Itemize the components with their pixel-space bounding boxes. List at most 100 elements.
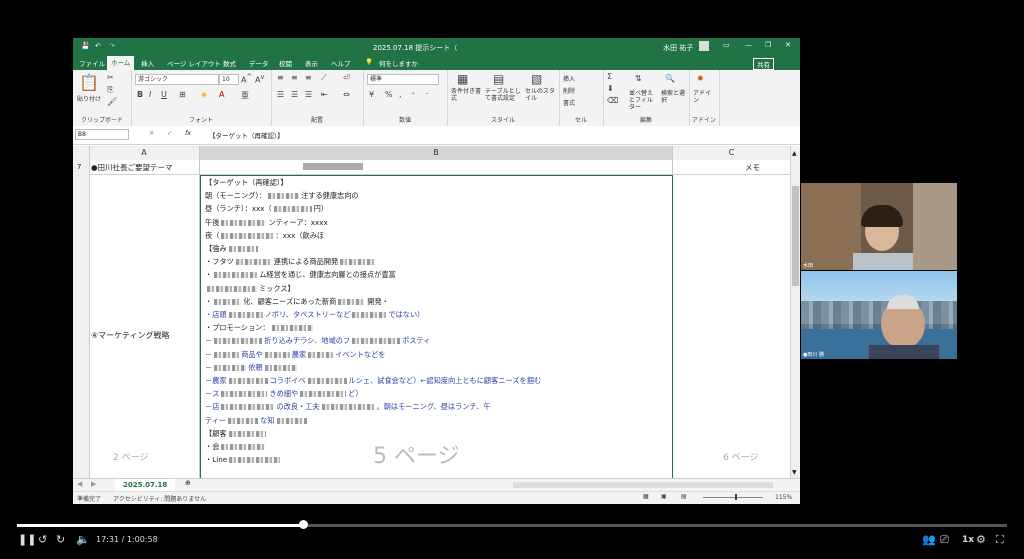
orientation-icon[interactable]: ⟋ (321, 73, 327, 83)
sheet-next-icon[interactable]: ▶ (91, 480, 96, 488)
settings-icon[interactable]: ⚙ (976, 533, 986, 546)
align-left-icon[interactable]: ☰ (277, 90, 284, 99)
cell-a7[interactable]: ●田川社長ご要望テーマ (91, 162, 173, 173)
add-sheet-icon[interactable]: ⊕ (185, 479, 191, 487)
border-icon[interactable]: ⊞ (179, 90, 186, 99)
column-header-a[interactable]: A (89, 146, 200, 160)
grow-font-icon[interactable]: A^ (241, 73, 252, 85)
normal-view-icon[interactable]: ▦ (643, 493, 649, 500)
find-select-button[interactable]: 検索と選択 (661, 90, 687, 104)
cell-style-button[interactable]: セルのスタイル (525, 88, 555, 102)
minimize-icon[interactable]: — (745, 41, 752, 49)
column-header-c[interactable]: C (673, 146, 790, 160)
pause-icon[interactable]: ❚❚ (18, 533, 36, 546)
tab-formulas[interactable]: 数式 (223, 58, 236, 68)
participant-video-1[interactable]: 水田 (801, 183, 957, 270)
progress-knob[interactable] (299, 520, 308, 529)
redo-icon[interactable]: ↷ (109, 42, 115, 50)
delete-cells-button[interactable]: 削除 (563, 86, 575, 95)
underline-icon[interactable]: U (161, 90, 167, 99)
paste-button[interactable]: 貼り付け (77, 94, 101, 103)
zoom-level[interactable]: 115% (775, 494, 792, 501)
tab-home[interactable]: ホーム (107, 56, 135, 70)
copy-icon[interactable]: ⎘ (107, 85, 113, 95)
scroll-thumb[interactable] (792, 186, 799, 286)
format-painter-icon[interactable]: 🖌 (107, 97, 117, 106)
currency-icon[interactable]: ¥ (369, 90, 374, 99)
fx-icon[interactable]: fx (185, 129, 191, 137)
increase-decimal-icon[interactable]: ⁺ (411, 90, 415, 99)
clear-icon[interactable]: ⌫ (607, 96, 618, 105)
fill-icon[interactable]: ⬇ (607, 84, 614, 93)
tab-view[interactable]: 表示 (305, 58, 318, 68)
percent-icon[interactable]: % (385, 90, 393, 99)
tab-help[interactable]: ヘルプ (331, 58, 351, 68)
tab-review[interactable]: 校閲 (279, 58, 292, 68)
tab-page-layout[interactable]: ページ レイアウト (167, 58, 221, 68)
zoom-slider[interactable] (703, 497, 763, 498)
number-format-select[interactable]: 標準 (367, 74, 439, 85)
close-icon[interactable]: ✕ (785, 41, 791, 49)
avatar[interactable] (699, 41, 709, 51)
merge-icon[interactable]: ⇔ (343, 90, 350, 99)
speaker-icon[interactable]: 👥 (922, 533, 936, 546)
horizontal-scrollbar[interactable] (513, 482, 773, 488)
cut-icon[interactable]: ✂ (107, 73, 114, 82)
rewind-icon[interactable]: ↺ (38, 533, 47, 546)
align-top-icon[interactable]: ≡ (277, 73, 284, 82)
font-color-icon[interactable]: A (219, 90, 224, 99)
tell-me-search[interactable]: 何をしますか (379, 58, 418, 68)
align-right-icon[interactable]: ☰ (305, 90, 312, 99)
share-button[interactable]: 共有 (753, 58, 774, 70)
participant-video-2[interactable]: ●田川 勝 (801, 271, 957, 359)
sort-filter-button[interactable]: 並べ替えとフィルター (629, 90, 657, 111)
formula-content[interactable]: 【ターゲット（再確認）】 (209, 130, 284, 140)
volume-icon[interactable]: 🔈 (76, 533, 90, 546)
decrease-decimal-icon[interactable]: ⁻ (425, 90, 429, 99)
italic-icon[interactable]: I (149, 90, 151, 99)
enter-icon[interactable]: ✓ (167, 129, 172, 137)
cell-a8[interactable]: ④マーケティング戦略 (91, 330, 170, 341)
save-icon[interactable]: 💾 (81, 42, 90, 50)
align-middle-icon[interactable]: ≡ (291, 73, 298, 82)
sheet-prev-icon[interactable]: ◀ (77, 480, 82, 488)
bold-icon[interactable]: B (137, 90, 143, 99)
scroll-up-icon[interactable]: ▲ (792, 150, 797, 157)
tab-data[interactable]: データ (249, 58, 269, 68)
page-layout-view-icon[interactable]: ▣ (661, 493, 667, 500)
fill-color-icon[interactable]: ◈ (201, 90, 207, 99)
align-center-icon[interactable]: ☰ (291, 90, 298, 99)
restore-icon[interactable]: ❐ (765, 41, 771, 49)
conditional-format-button[interactable]: 条件付き書式 (451, 88, 481, 102)
comma-icon[interactable]: , (399, 90, 402, 99)
cancel-icon[interactable]: ✕ (149, 129, 154, 137)
table-format-button[interactable]: テーブルとして書式設定 (485, 88, 521, 102)
captions-icon[interactable]: ⎚ (940, 533, 949, 547)
select-all[interactable] (73, 146, 90, 160)
ribbon-display-icon[interactable]: ▭ (723, 41, 730, 49)
wrap-text-icon[interactable]: ⏎ (343, 73, 350, 82)
tab-file[interactable]: ファイル (79, 58, 105, 68)
fullscreen-icon[interactable]: ⛶ (996, 533, 1004, 547)
phonetic-icon[interactable]: 亜 (241, 90, 249, 101)
progress-bar[interactable] (17, 524, 1007, 527)
addin-button[interactable]: アドイン (693, 90, 715, 104)
format-cells-button[interactable]: 書式 (563, 98, 575, 107)
scroll-down-icon[interactable]: ▼ (792, 469, 797, 476)
sheet-grid[interactable]: 7 ●田川社長ご要望テーマ メモ ④マーケティング戦略 【ターゲット（再確認）】… (73, 160, 790, 478)
font-size-select[interactable]: 10 (219, 74, 239, 85)
undo-icon[interactable]: ↶ (95, 42, 101, 50)
shrink-font-icon[interactable]: Av (255, 73, 264, 85)
speed-button[interactable]: 1x (962, 535, 974, 545)
forward-icon[interactable]: ↻ (56, 533, 65, 546)
autosum-icon[interactable]: Σ (607, 72, 612, 81)
page-break-view-icon[interactable]: ▤ (681, 493, 687, 500)
status-accessibility[interactable]: アクセシビリティ: 問題ありません (113, 494, 206, 503)
tab-insert[interactable]: 挿入 (141, 58, 154, 68)
indent-icon[interactable]: ⇤ (321, 90, 328, 99)
zoom-thumb[interactable] (735, 494, 737, 500)
column-header-b[interactable]: B (200, 146, 673, 160)
insert-cells-button[interactable]: 挿入 (563, 74, 575, 83)
vertical-scrollbar[interactable]: ▲ ▼ (790, 146, 800, 478)
cell-c7[interactable]: メモ (745, 162, 760, 173)
